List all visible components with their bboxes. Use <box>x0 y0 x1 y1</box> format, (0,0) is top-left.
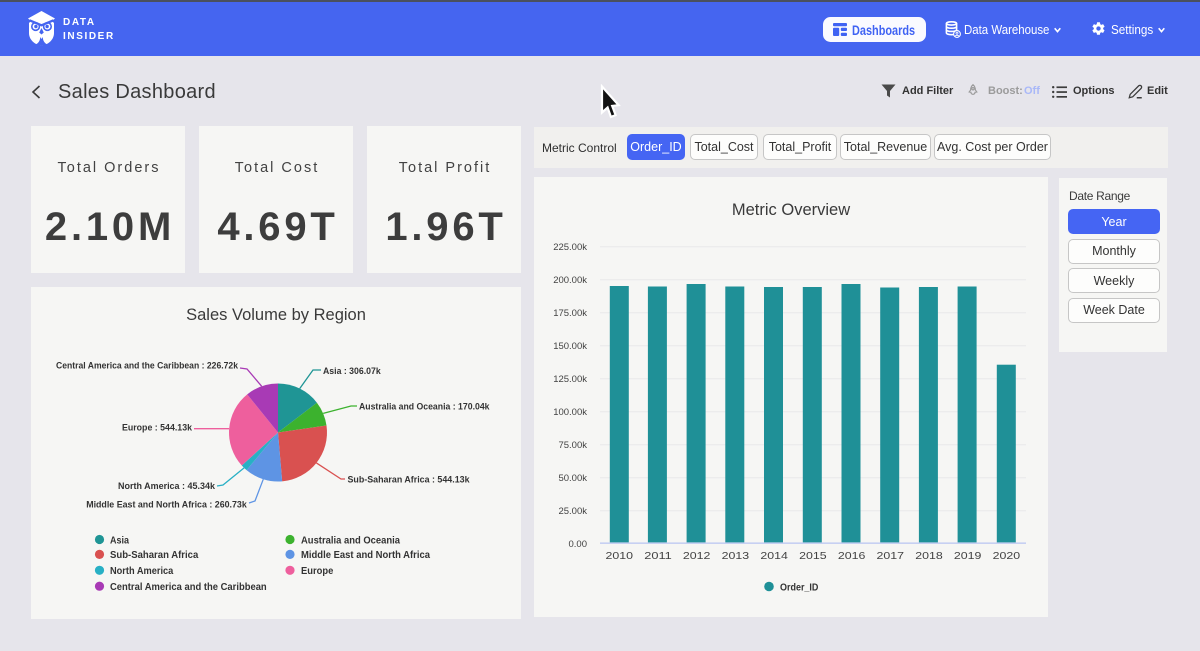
svg-text:2013: 2013 <box>722 550 750 562</box>
svg-text:2019: 2019 <box>954 550 982 562</box>
svg-text:Asia: Asia <box>110 534 129 546</box>
svg-text:2020: 2020 <box>993 550 1021 562</box>
svg-text:2012: 2012 <box>683 550 711 562</box>
svg-text:2015: 2015 <box>799 550 827 562</box>
svg-text:Australia and Oceania: Australia and Oceania <box>301 534 400 546</box>
svg-text:Central America and the Caribb: Central America and the Caribbean <box>110 581 267 593</box>
svg-text:Metric Overview: Metric Overview <box>732 201 850 219</box>
svg-text:Middle East and North Africa :: Middle East and North Africa : 260.73k <box>86 500 247 511</box>
svg-text:2014: 2014 <box>760 550 788 562</box>
svg-text:Central America and the Caribb: Central America and the Caribbean : 226.… <box>56 361 239 372</box>
svg-text:2016: 2016 <box>838 550 866 562</box>
svg-text:100.00k: 100.00k <box>553 407 587 418</box>
svg-text:2010: 2010 <box>606 550 634 562</box>
svg-text:Middle East and North Africa: Middle East and North Africa <box>301 549 430 561</box>
svg-text:North America: North America <box>110 565 173 577</box>
svg-text:Order_ID: Order_ID <box>780 582 819 594</box>
svg-text:Sub-Saharan Africa : 544.13k: Sub-Saharan Africa : 544.13k <box>348 475 471 486</box>
svg-text:125.00k: 125.00k <box>553 374 587 385</box>
svg-text:25.00k: 25.00k <box>558 506 587 517</box>
svg-text:200.00k: 200.00k <box>553 275 587 286</box>
svg-text:Europe: Europe <box>301 565 333 577</box>
svg-text:150.00k: 150.00k <box>553 341 587 352</box>
svg-text:Asia : 306.07k: Asia : 306.07k <box>323 366 381 377</box>
svg-text:Australia and Oceania : 170.04: Australia and Oceania : 170.04k <box>359 402 490 413</box>
svg-text:50.00k: 50.00k <box>558 473 587 484</box>
svg-text:175.00k: 175.00k <box>553 308 587 319</box>
svg-text:2011: 2011 <box>644 550 672 562</box>
svg-text:225.00k: 225.00k <box>553 242 587 253</box>
svg-text:2018: 2018 <box>915 550 943 562</box>
svg-text:North America : 45.34k: North America : 45.34k <box>118 481 216 492</box>
svg-text:Sub-Saharan Africa: Sub-Saharan Africa <box>110 549 198 561</box>
svg-text:0.00: 0.00 <box>569 539 588 550</box>
svg-text:2017: 2017 <box>877 550 905 562</box>
svg-text:Sales Volume by Region: Sales Volume by Region <box>186 306 366 324</box>
svg-text:Europe : 544.13k: Europe : 544.13k <box>122 423 193 434</box>
svg-text:75.00k: 75.00k <box>558 440 587 451</box>
